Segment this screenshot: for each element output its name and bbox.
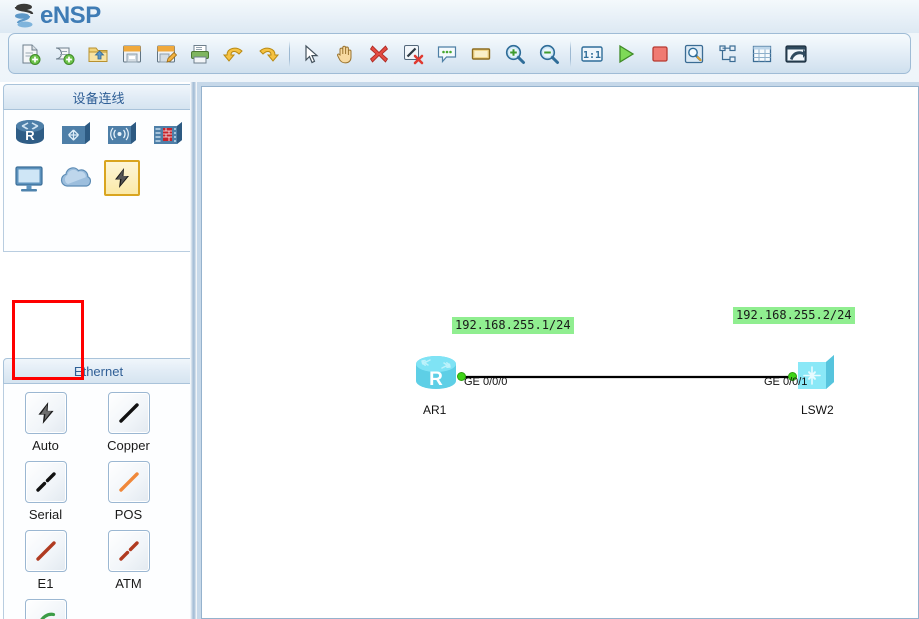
cable-serial[interactable]: Serial [4, 461, 87, 522]
pointer-icon[interactable] [295, 37, 327, 71]
curved-green-line-icon [24, 599, 67, 619]
straight-red-line-icon [24, 530, 67, 572]
cable-ctl[interactable]: CTL [4, 599, 87, 619]
svg-text:R: R [25, 128, 35, 143]
cloud-device[interactable] [58, 160, 94, 196]
device-panel-body: R [3, 110, 194, 252]
cable-atm-label: ATM [115, 576, 142, 591]
save-as-icon[interactable] [150, 37, 182, 71]
delete-icon[interactable] [363, 37, 395, 71]
ensp-logo-icon [14, 3, 34, 28]
cable-auto[interactable]: Auto [4, 392, 87, 453]
title-bar: eNSP [0, 0, 919, 33]
stop-device-icon[interactable] [644, 37, 676, 71]
shape-rect-icon[interactable] [465, 37, 497, 71]
main-toolbar: 1:1 [8, 33, 911, 74]
app-title: eNSP [40, 2, 101, 29]
cable-atm[interactable]: ATM [87, 530, 170, 591]
wlan-ap-device[interactable] [104, 116, 140, 152]
straight-black-line-icon [107, 392, 150, 434]
device-panel-header[interactable]: 设备连线 [3, 84, 194, 110]
device-panel-title: 设备连线 [72, 90, 125, 106]
segmented-red-line-icon [107, 530, 150, 572]
redo-icon[interactable] [252, 37, 284, 71]
interface-label-lsw2: GE 0/0/1 [764, 376, 808, 388]
cable-serial-label: Serial [28, 507, 63, 522]
zoom-reset-icon[interactable]: 1:1 [576, 37, 608, 71]
new-topology-icon[interactable] [14, 37, 46, 71]
switch-device[interactable] [58, 116, 94, 152]
node-label-ar1: AR1 [423, 403, 447, 417]
cable-copper-label: Copper [107, 438, 150, 453]
topology-canvas[interactable]: R GE 0/0/0 GE 0/0/1 AR1 LSW2 192.168.255… [201, 86, 919, 619]
lightning-icon [24, 392, 67, 434]
cable-grid: Auto Copper Serial POS E1 ATM [4, 384, 193, 619]
cable-panel-title: Ethernet [73, 363, 124, 379]
sidebar-canvas-splitter[interactable] [190, 82, 197, 619]
start-device-icon[interactable] [610, 37, 642, 71]
cable-e1[interactable]: E1 [4, 530, 87, 591]
firewall-device[interactable] [150, 116, 186, 152]
endpoint-device[interactable] [12, 160, 48, 196]
node-label-lsw2: LSW2 [801, 403, 834, 417]
ip-label-ar1: 192.168.255.1/24 [452, 317, 574, 334]
zoom-in-icon[interactable] [499, 37, 531, 71]
toolbar-separator [570, 40, 571, 67]
svg-text:R: R [429, 369, 443, 390]
topology-canvas-frame: R GE 0/0/0 GE 0/0/1 AR1 LSW2 192.168.255… [197, 82, 919, 619]
toolbar-separator [289, 40, 290, 67]
connections-device[interactable] [104, 160, 140, 196]
undo-icon[interactable] [218, 37, 250, 71]
topology-tree-icon[interactable] [712, 37, 744, 71]
router-device[interactable]: R [12, 116, 48, 152]
save-icon[interactable] [116, 37, 148, 71]
interface-label-ar1: GE 0/0/0 [464, 376, 508, 388]
new-device-icon[interactable] [48, 37, 80, 71]
cable-auto-label: Auto [32, 438, 59, 453]
segmented-black-line-icon [24, 461, 67, 503]
cable-e1-label: E1 [37, 576, 54, 591]
svg-text:1:1: 1:1 [583, 50, 601, 61]
comment-icon[interactable] [431, 37, 463, 71]
grid-icon[interactable] [746, 37, 778, 71]
cable-panel-header[interactable]: Ethernet [3, 358, 194, 384]
open-folder-icon[interactable] [82, 37, 114, 71]
cable-copper[interactable]: Copper [87, 392, 170, 453]
delete-link-icon[interactable] [397, 37, 429, 71]
print-icon[interactable] [184, 37, 216, 71]
ensp-application-window: eNSP 1:1 设备连线 R Ethernet Auto Copper Ser… [0, 0, 919, 619]
console-window-icon[interactable] [780, 37, 812, 71]
left-sidebar: 设备连线 R Ethernet Auto Copper Serial POS E… [0, 82, 197, 619]
ip-label-lsw2: 192.168.255.2/24 [733, 307, 855, 324]
zoom-out-icon[interactable] [533, 37, 565, 71]
router-ar1[interactable]: R [410, 352, 462, 405]
cable-panel-body: Auto Copper Serial POS E1 ATM [3, 384, 194, 619]
straight-orange-line-icon [107, 461, 150, 503]
hand-icon[interactable] [329, 37, 361, 71]
cable-pos-label: POS [114, 507, 143, 522]
app-logo: eNSP [12, 2, 101, 30]
device-palette-grid: R [4, 110, 193, 196]
cable-pos[interactable]: POS [87, 461, 170, 522]
capture-packet-icon[interactable] [678, 37, 710, 71]
